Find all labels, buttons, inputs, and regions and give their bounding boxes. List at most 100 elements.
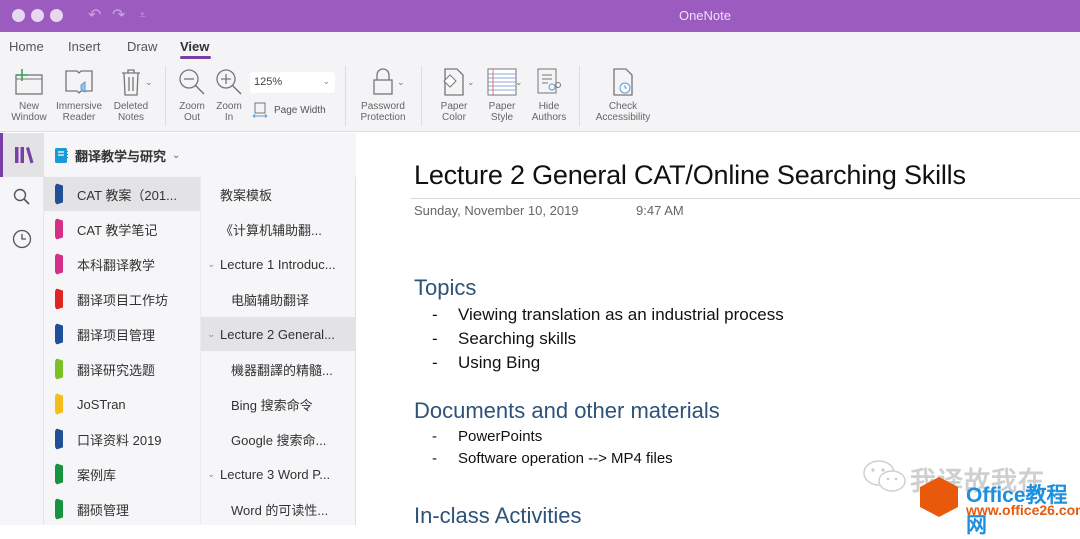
section-label: CAT 教案（201... xyxy=(77,187,177,203)
notebooks-icon xyxy=(14,147,33,164)
tab-draw[interactable]: Draw xyxy=(127,39,157,54)
section-color-tab-icon xyxy=(55,463,63,485)
page-label: Lecture 3 Word P... xyxy=(220,466,331,482)
notebooks-nav-button[interactable] xyxy=(0,133,44,177)
expand-chevron-icon[interactable]: ⌄ xyxy=(201,469,215,480)
tab-view[interactable]: View xyxy=(180,39,209,54)
section-item[interactable]: 翻硕管理 xyxy=(44,492,200,526)
notebook-selector[interactable]: 翻译教学与研究 ⌄ xyxy=(44,133,356,177)
page-item[interactable]: 电脑辅助翻译 xyxy=(201,282,356,316)
new-window-icon xyxy=(15,69,43,95)
paper-style-icon xyxy=(487,68,517,96)
section-color-tab-icon xyxy=(55,323,63,345)
list-item[interactable]: - PowerPoints xyxy=(432,428,542,445)
title-bar: ↶ ↷ ⩡ OneNote xyxy=(0,0,1080,32)
section-item[interactable]: JoSTran xyxy=(44,387,200,421)
zoom-out-icon xyxy=(179,69,205,95)
section-label: 翻译研究选题 xyxy=(77,362,156,378)
section-color-tab-icon xyxy=(55,288,63,310)
page-item[interactable]: 機器翻譯的精髓... xyxy=(201,352,356,386)
section-item[interactable]: 翻译研究选题 xyxy=(44,352,200,386)
page-item[interactable]: Bing 搜索命令 xyxy=(201,387,356,421)
ribbon: Home Insert Draw View New Window Immersi… xyxy=(0,32,1080,132)
paper-color-button[interactable]: Paper Color xyxy=(433,66,475,123)
zoom-level-select[interactable]: 125% ⌄ xyxy=(250,72,335,93)
zoom-in-icon xyxy=(216,69,242,95)
ribbon-separator xyxy=(579,66,580,126)
tab-home[interactable]: Home xyxy=(9,39,44,54)
ribbon-separator xyxy=(345,66,346,126)
paper-color-icon xyxy=(443,68,464,96)
page-list: 教案模板《计算机辅助翻... ⌄ Lecture 1 Introduc... 电脑辅助… xyxy=(200,177,356,525)
ribbon-separator xyxy=(165,66,166,126)
lock-icon xyxy=(373,68,393,95)
page-label: Google 搜索命... xyxy=(231,432,327,448)
hide-authors-button[interactable]: Hide Authors xyxy=(527,66,571,123)
section-item[interactable]: 本科翻译教学 xyxy=(44,247,200,281)
zoom-out-button[interactable]: Zoom Out xyxy=(174,66,210,123)
section-list: CAT 教案（201... CAT 教学笔记本科翻译教学翻译项目工作坊翻译项目管理… xyxy=(44,177,200,525)
deleted-notes-dropdown-icon[interactable]: ⌄ xyxy=(145,77,153,88)
page-item[interactable]: Word 的可读性... xyxy=(201,492,356,526)
recent-nav-button[interactable] xyxy=(0,219,44,259)
section-item[interactable]: 翻译项目工作坊 xyxy=(44,282,200,316)
section-color-tab-icon xyxy=(55,393,63,415)
paper-style-button[interactable]: Paper Style xyxy=(481,66,523,123)
page-label: Lecture 1 Introduc... xyxy=(220,256,336,272)
page-title[interactable]: Lecture 2 General CAT/Online Searching S… xyxy=(414,160,966,191)
list-item[interactable]: - Searching skills xyxy=(432,329,576,349)
section-color-tab-icon xyxy=(55,183,63,205)
page-item[interactable]: ⌄ Lecture 2 General... xyxy=(201,317,356,351)
check-accessibility-button[interactable]: Check Accessibility xyxy=(590,66,656,123)
page-item[interactable]: 教案模板 xyxy=(201,177,356,211)
search-nav-button[interactable] xyxy=(0,177,44,217)
heading-topics[interactable]: Topics xyxy=(414,275,476,301)
section-item[interactable]: 口译资料 2019 xyxy=(44,422,200,456)
tab-insert[interactable]: Insert xyxy=(68,39,101,54)
expand-chevron-icon[interactable]: ⌄ xyxy=(201,259,215,270)
page-item[interactable]: ⌄ Lecture 3 Word P... xyxy=(201,457,356,491)
immersive-reader-button[interactable]: Immersive Reader xyxy=(53,66,105,123)
page-label: 《计算机辅助翻... xyxy=(220,222,322,238)
navigation-rail xyxy=(0,133,44,525)
new-window-button[interactable]: New Window xyxy=(8,66,50,123)
page-label: Lecture 2 General... xyxy=(220,326,335,342)
page-width-button[interactable]: Page Width xyxy=(252,102,326,118)
password-dropdown-icon[interactable]: ⌄ xyxy=(397,77,405,88)
heading-in-class-activities[interactable]: In-class Activities xyxy=(414,503,582,529)
section-color-tab-icon xyxy=(55,253,63,275)
section-label: 本科翻译教学 xyxy=(77,257,156,273)
section-item[interactable]: CAT 教学笔记 xyxy=(44,212,200,246)
immersive-reader-icon xyxy=(65,70,93,94)
heading-documents[interactable]: Documents and other materials xyxy=(414,398,720,424)
page-date: Sunday, November 10, 2019 xyxy=(414,203,579,218)
zoom-in-button[interactable]: Zoom In xyxy=(211,66,247,123)
paper-style-dropdown-icon[interactable]: ⌄ xyxy=(515,77,523,88)
list-item[interactable]: - Using Bing xyxy=(432,353,540,373)
section-item[interactable]: CAT 教案（201... xyxy=(44,177,200,211)
chevron-down-icon: ⌄ xyxy=(172,149,181,161)
section-color-tab-icon xyxy=(55,218,63,240)
active-tab-indicator xyxy=(180,56,211,59)
page-label: Word 的可读性... xyxy=(231,502,329,518)
page-item[interactable]: 《计算机辅助翻... xyxy=(201,212,356,246)
list-item[interactable]: - Software operation --> MP4 files xyxy=(432,450,673,467)
section-item[interactable]: 案例库 xyxy=(44,457,200,491)
deleted-notes-button[interactable]: Deleted Notes xyxy=(110,66,152,123)
app-title: OneNote xyxy=(678,8,732,23)
password-protection-button[interactable]: Password Protection xyxy=(355,66,411,123)
section-item[interactable]: 翻译项目管理 xyxy=(44,317,200,351)
section-label: JoSTran xyxy=(77,396,126,412)
page-item[interactable]: Google 搜索命... xyxy=(201,422,356,456)
page-label: 教案模板 xyxy=(220,187,273,203)
section-label: 翻译项目管理 xyxy=(77,327,156,343)
page-item[interactable]: ⌄ Lecture 1 Introduc... xyxy=(201,247,356,281)
clock-icon xyxy=(12,229,32,249)
chevron-down-icon: ⌄ xyxy=(322,76,330,86)
expand-chevron-icon[interactable]: ⌄ xyxy=(201,329,215,340)
paper-color-dropdown-icon[interactable]: ⌄ xyxy=(467,77,475,88)
search-icon xyxy=(13,188,30,205)
list-item[interactable]: - Viewing translation as an industrial pr… xyxy=(432,305,784,325)
page-time: 9:47 AM xyxy=(636,203,684,218)
watermark-url: www.office26.com xyxy=(966,502,1080,518)
